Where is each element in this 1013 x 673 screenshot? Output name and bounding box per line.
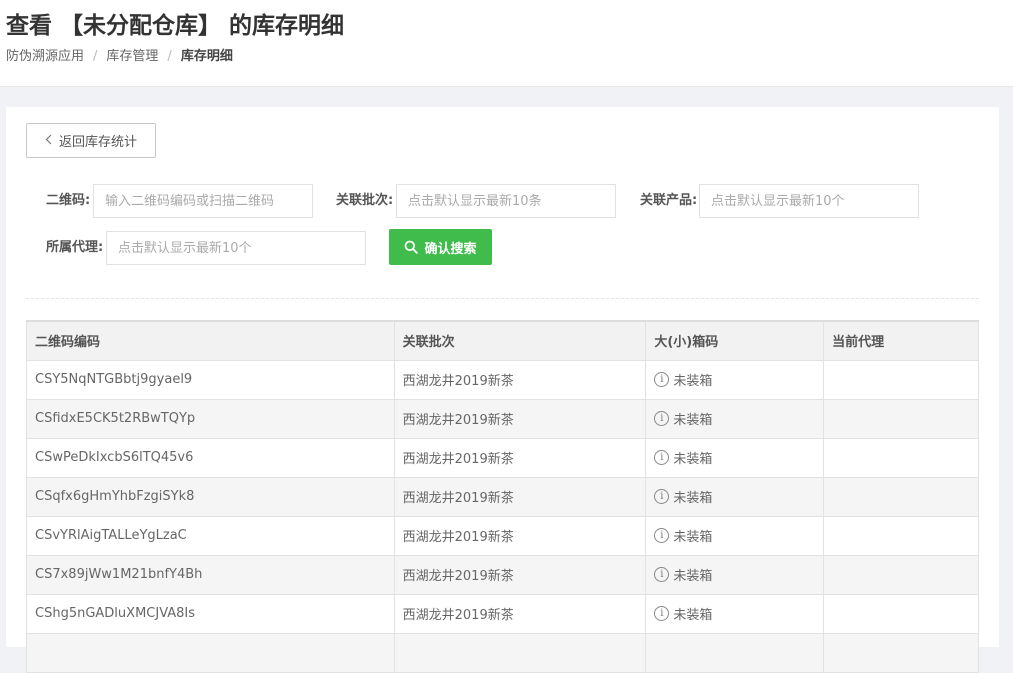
column-header-batch: 关联批次	[393, 320, 647, 361]
table-row: CShg5nGADluXMCJVA8Is 西湖龙井2019新茶 i 未装箱	[26, 593, 979, 634]
search-icon	[405, 240, 419, 254]
cell-qrcode: CSfidxE5CK5t2RBwTQYp	[26, 398, 395, 439]
info-icon: i	[654, 411, 670, 426]
cell-qrcode: CSY5NqNTGBbtj9gyael9	[26, 359, 395, 400]
cell-batch: 西湖龙井2019新茶	[393, 593, 647, 634]
cell-batch: 西湖龙井2019新茶	[393, 476, 647, 517]
cell-agent	[823, 437, 979, 478]
status-text: 未装箱	[673, 452, 713, 467]
status-text: 未装箱	[673, 413, 713, 428]
cell-agent	[823, 593, 979, 634]
cell-qrcode: CSqfx6gHmYhbFzgiSYk8	[26, 476, 395, 517]
cell-batch: 西湖龙井2019新茶	[393, 515, 647, 556]
cell-agent	[823, 359, 979, 400]
product-input[interactable]	[699, 184, 919, 218]
status-text: 未装箱	[673, 569, 713, 584]
qrcode-label: 二维码:	[46, 193, 91, 208]
product-label: 关联产品:	[640, 193, 698, 208]
content-card: 返回库存统计 二维码: 关联批次: 关联产品: 所属代理: 确认搜索 二维码编码…	[6, 107, 999, 673]
cell-batch: 西湖龙井2019新茶	[393, 398, 647, 439]
qrcode-input[interactable]	[93, 184, 313, 218]
status-text: 未装箱	[673, 608, 713, 623]
info-icon: i	[654, 567, 670, 582]
cell-box-code: i 未装箱	[645, 398, 825, 439]
inventory-table: 二维码编码 关联批次 大(小)箱码 当前代理 CSY5NqNTGBbtj9gya…	[26, 320, 979, 673]
table-row: CSwPeDkIxcbS6lTQ45v6 西湖龙井2019新茶 i 未装箱	[26, 437, 979, 478]
cell-qrcode: CShg5nGADluXMCJVA8Is	[26, 593, 395, 634]
column-header-qrcode: 二维码编码	[26, 320, 395, 361]
page-header: 查看 【未分配仓库】 的库存明细 防伪溯源应用 / 库存管理 / 库存明细	[0, 0, 1013, 87]
status-badge: i 未装箱	[654, 448, 815, 467]
cell-box-code: i 未装箱	[645, 593, 825, 634]
status-text: 未装箱	[673, 491, 713, 506]
breadcrumb-separator: /	[93, 49, 98, 64]
breadcrumb-item-current: 库存明细	[180, 49, 233, 64]
batch-label: 关联批次:	[336, 193, 394, 208]
column-header-box-code: 大(小)箱码	[645, 320, 825, 361]
chevron-left-icon	[45, 133, 52, 148]
back-button[interactable]: 返回库存统计	[26, 123, 156, 158]
batch-input[interactable]	[396, 184, 616, 218]
cell-batch: 西湖龙井2019新茶	[393, 554, 647, 595]
cell-batch	[393, 632, 647, 673]
status-text: 未装箱	[673, 374, 713, 389]
cell-qrcode: CSvYRlAigTALLeYgLzaC	[26, 515, 395, 556]
breadcrumb-item-inventory[interactable]: 库存管理	[106, 49, 158, 64]
table-row	[26, 632, 979, 673]
table-row: CSfidxE5CK5t2RBwTQYp 西湖龙井2019新茶 i 未装箱	[26, 398, 979, 439]
column-header-agent: 当前代理	[823, 320, 979, 361]
table-row: CSY5NqNTGBbtj9gyael9 西湖龙井2019新茶 i 未装箱	[26, 359, 979, 400]
info-icon: i	[654, 606, 670, 621]
table-header-row: 二维码编码 关联批次 大(小)箱码 当前代理	[26, 320, 979, 361]
breadcrumb-item-app[interactable]: 防伪溯源应用	[6, 49, 84, 64]
cell-box-code	[645, 632, 825, 673]
page-title: 查看 【未分配仓库】 的库存明细	[6, 13, 345, 39]
cell-batch: 西湖龙井2019新茶	[393, 437, 647, 478]
cell-box-code: i 未装箱	[645, 476, 825, 517]
table-row: CSqfx6gHmYhbFzgiSYk8 西湖龙井2019新茶 i 未装箱	[26, 476, 979, 517]
breadcrumb: 防伪溯源应用 / 库存管理 / 库存明细	[6, 48, 233, 66]
status-badge: i 未装箱	[654, 604, 815, 623]
cell-agent	[823, 515, 979, 556]
cell-agent	[823, 476, 979, 517]
status-badge: i 未装箱	[654, 565, 815, 584]
cell-box-code: i 未装箱	[645, 554, 825, 595]
cell-batch: 西湖龙井2019新茶	[393, 359, 647, 400]
info-icon: i	[654, 450, 670, 465]
cell-qrcode	[26, 632, 395, 673]
info-icon: i	[654, 372, 670, 387]
cell-qrcode: CSwPeDkIxcbS6lTQ45v6	[26, 437, 395, 478]
cell-agent	[823, 632, 979, 673]
cell-agent	[823, 398, 979, 439]
agent-label: 所属代理:	[46, 240, 104, 255]
status-text: 未装箱	[673, 530, 713, 545]
dashed-divider	[26, 298, 979, 299]
breadcrumb-separator: /	[167, 49, 172, 64]
search-button-label: 确认搜索	[424, 241, 477, 257]
cell-box-code: i 未装箱	[645, 359, 825, 400]
status-badge: i 未装箱	[654, 526, 815, 545]
status-badge: i 未装箱	[654, 487, 815, 506]
cell-qrcode: CS7x89jWw1M21bnfY4Bh	[26, 554, 395, 595]
back-button-label: 返回库存统计	[58, 134, 137, 149]
cell-box-code: i 未装箱	[645, 437, 825, 478]
confirm-search-button[interactable]: 确认搜索	[389, 229, 492, 265]
agent-input[interactable]	[106, 231, 366, 265]
cell-agent	[823, 554, 979, 595]
info-icon: i	[654, 528, 670, 543]
status-badge: i 未装箱	[654, 409, 815, 428]
cell-box-code: i 未装箱	[645, 515, 825, 556]
table-row: CS7x89jWw1M21bnfY4Bh 西湖龙井2019新茶 i 未装箱	[26, 554, 979, 595]
info-icon: i	[654, 489, 670, 504]
table-row: CSvYRlAigTALLeYgLzaC 西湖龙井2019新茶 i 未装箱	[26, 515, 979, 556]
status-badge: i 未装箱	[654, 370, 815, 389]
